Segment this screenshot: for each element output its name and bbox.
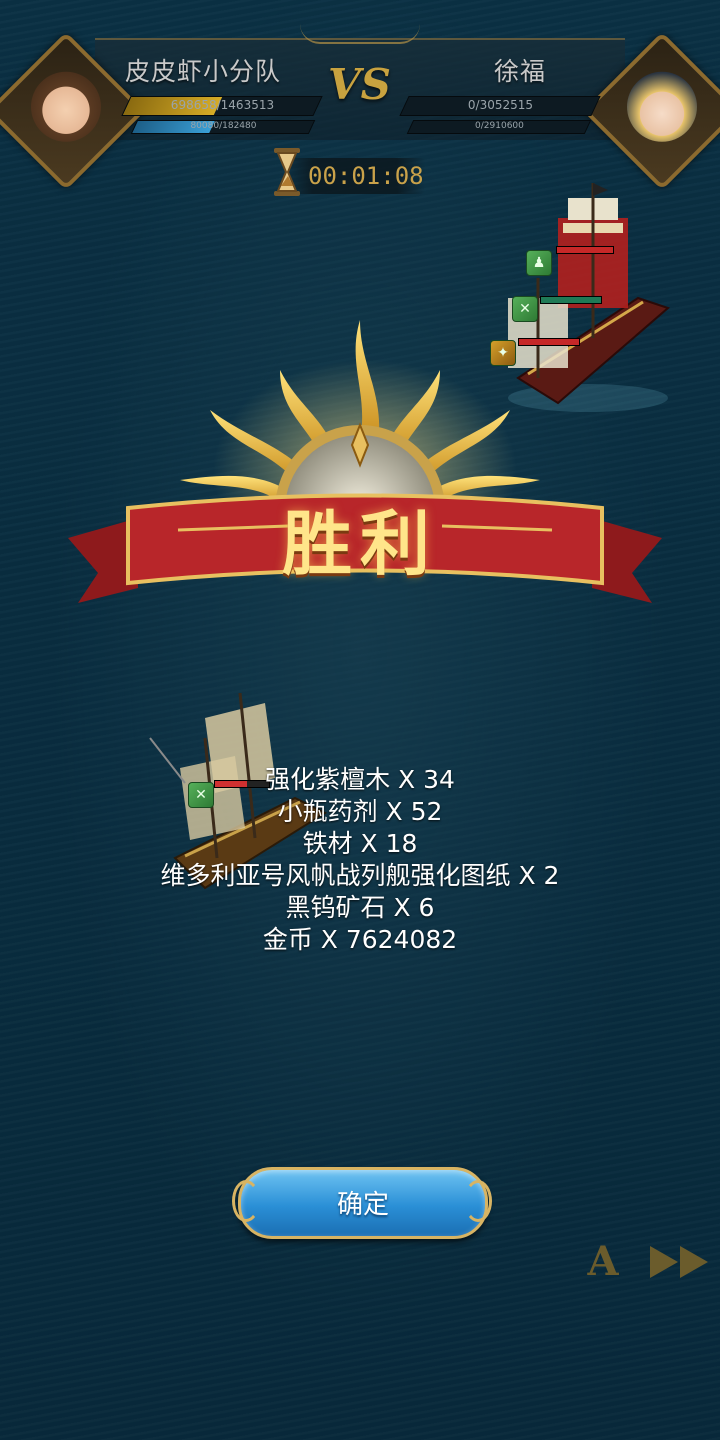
reward-item: 铁材 X 18 [302, 829, 418, 858]
pirate-portrait-icon [627, 71, 697, 142]
player-right-hp-bar: 0/3052515 [399, 96, 601, 116]
button-ornament-right [464, 1180, 492, 1222]
player-left-hp-bar: 698658/1463513 [121, 96, 323, 116]
hud-ornament [300, 24, 420, 44]
player-right-energy-text: 0/2910600 [475, 121, 524, 131]
fast-forward-icon[interactable] [648, 1242, 712, 1282]
hourglass-icon [274, 148, 300, 196]
enemy-ship-hp-bar [540, 296, 602, 304]
confirm-button-label: 确定 [336, 1190, 389, 1220]
confirm-button[interactable]: 确定 [238, 1167, 488, 1239]
victory-title: 胜利 [282, 502, 438, 585]
timer-text: 00:01:08 [308, 162, 424, 190]
enemy-ship-hp-bar [556, 246, 614, 254]
reward-item: 金币 X 7624082 [262, 925, 458, 954]
auto-battle-button[interactable]: A [583, 1238, 623, 1286]
player-left-hp-text: 698658/1463513 [170, 98, 275, 112]
player-left-name: 皮皮虾小分队 [125, 57, 282, 86]
reward-item: 维多利亚号风帆战列舰强化图纸 X 2 [160, 861, 560, 890]
player-left-energy-bar: 80080/182480 [130, 120, 316, 134]
crew-icon: ♟ [526, 250, 552, 276]
reward-item: 小瓶药剂 X 52 [277, 797, 443, 826]
player-left-energy-text: 80080/182480 [190, 121, 257, 131]
button-ornament-left [232, 1180, 260, 1222]
reward-item: 强化紫檀木 X 34 [265, 765, 455, 794]
reward-list: 强化紫檀木 X 34 小瓶药剂 X 52 铁材 X 18 维多利亚号风帆战列舰强… [0, 764, 720, 956]
reward-item: 黑钨矿石 X 6 [285, 893, 435, 922]
player-right-hp-text: 0/3052515 [467, 98, 534, 112]
player-right-name: 徐福 [494, 57, 547, 86]
chef-portrait-icon [31, 71, 101, 142]
player-right-energy-bar: 0/2910600 [406, 120, 592, 134]
vs-label: VS [328, 60, 391, 109]
